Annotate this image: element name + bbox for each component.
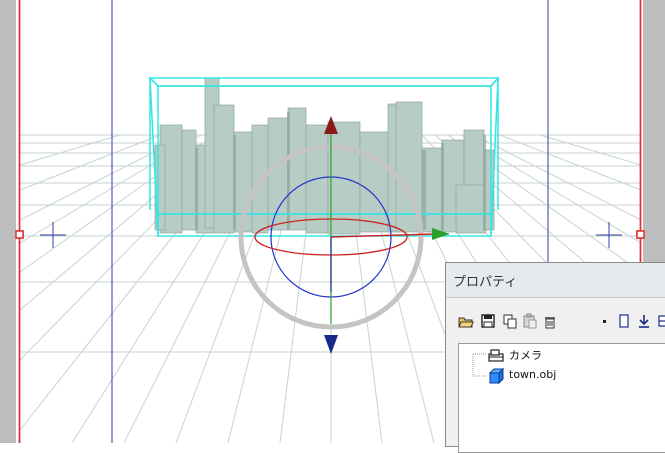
trash-icon[interactable] [542, 313, 558, 329]
panel-title: プロパティ [453, 275, 518, 290]
viewport-gutter-left [0, 0, 16, 443]
copy-icon[interactable] [502, 313, 518, 329]
cube-icon [488, 367, 505, 385]
tree-item-label: town.obj [509, 368, 557, 381]
save-icon[interactable] [480, 313, 496, 329]
z-axis-arrow-icon[interactable] [324, 335, 338, 354]
properties-panel: プロパティ カメラ town.obj [445, 262, 665, 453]
download-icon[interactable] [636, 313, 652, 329]
dot-icon[interactable] [596, 313, 612, 329]
paste-icon[interactable] [522, 313, 538, 329]
open-folder-icon[interactable] [458, 313, 474, 329]
panel-titlebar[interactable]: プロパティ [446, 263, 665, 298]
scene-tree: カメラ town.obj [458, 343, 665, 453]
collapse-icon[interactable] [656, 313, 665, 329]
tree-item-label: カメラ [509, 349, 542, 362]
new-page-icon[interactable] [616, 313, 632, 329]
camera-icon [488, 349, 504, 362]
